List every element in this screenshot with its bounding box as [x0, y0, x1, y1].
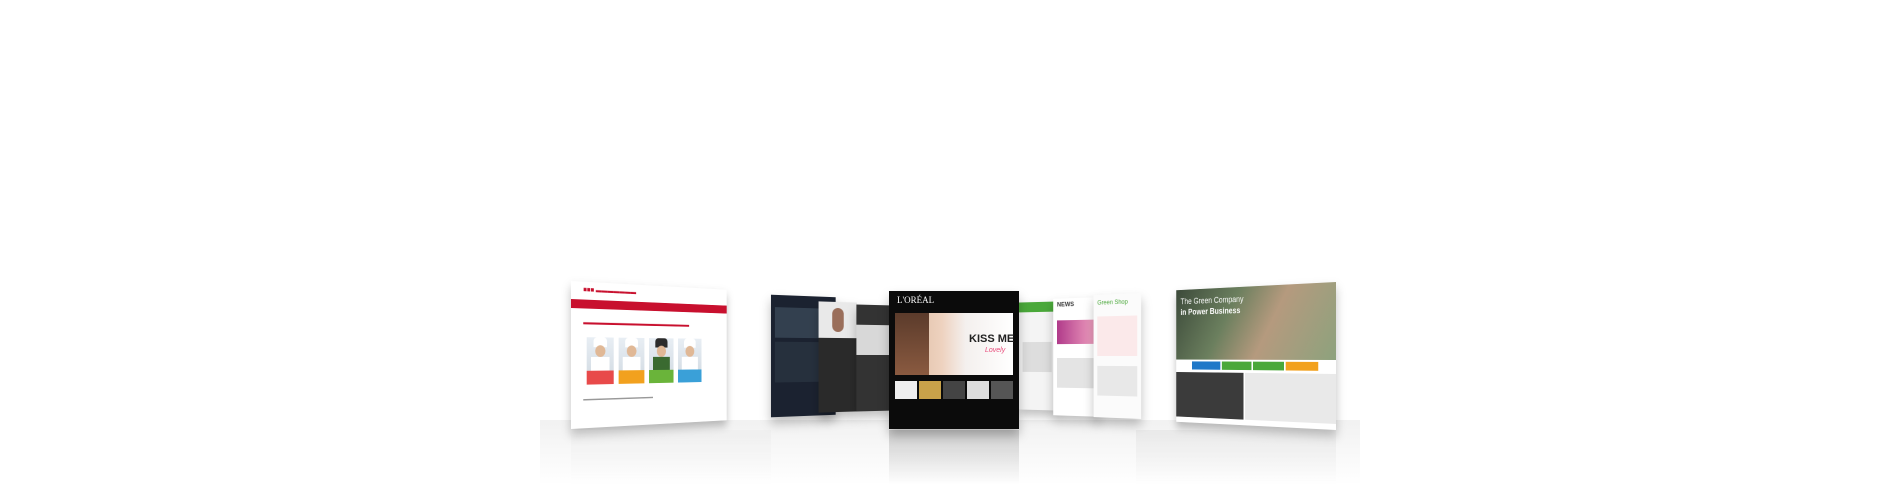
reflection-right [1136, 430, 1336, 485]
screenshot-chef-site: ■■■ ▬▬▬▬▬▬▬ ▬▬▬▬▬▬▬▬▬▬▬▬▬▬▬▬▬▬▬ ▬▬▬▬▬▬▬▬… [571, 281, 727, 429]
product-tile [919, 381, 941, 399]
screenshot-car-site [856, 305, 893, 412]
reflection-left [571, 430, 771, 485]
product-tile [943, 381, 965, 399]
product-tile [967, 381, 989, 399]
campaign-headline: KISS ME [969, 333, 1014, 345]
chef-photo [678, 338, 701, 382]
chef-photo [649, 338, 674, 383]
tab-block [1192, 361, 1220, 369]
tab-block [1286, 362, 1319, 371]
product-tile [895, 381, 917, 399]
hero-photo [1176, 282, 1336, 360]
screenshot-loreal-site: L'ORÉAL KISS ME Lovely [889, 291, 1019, 429]
chef-photo [619, 338, 645, 384]
nav-bar [571, 299, 727, 314]
model-hair [895, 313, 929, 375]
news-label: NEWS [1057, 302, 1074, 308]
banner-text: ▬▬▬▬▬▬▬▬▬▬▬▬▬▬▬▬▬▬▬ [583, 319, 715, 333]
screenshot-news-site: NEWS [1053, 297, 1099, 417]
product-tile [991, 381, 1013, 399]
footer-text: ▬▬▬▬▬▬▬▬▬▬▬▬▬▬▬▬▬ [583, 394, 653, 402]
chef-photo [587, 337, 614, 384]
reflection-center [889, 430, 1019, 485]
screenshot-green-site [1019, 301, 1058, 410]
screenshot-portrait-site [819, 301, 857, 412]
shop-label: Green Shop [1097, 300, 1128, 307]
hero-tagline-line2: in Power Business [1181, 306, 1241, 317]
campaign-script: Lovely [985, 347, 1005, 354]
site-logo: ■■■ ▬▬▬▬▬▬▬ [583, 287, 636, 296]
website-showcase: ■■■ ▬▬▬▬▬▬▬ ▬▬▬▬▬▬▬▬▬▬▬▬▬▬▬▬▬▬▬ ▬▬▬▬▬▬▬▬… [0, 0, 1902, 485]
screenshot-shop-site: Green Shop [1094, 293, 1142, 419]
tab-block [1253, 362, 1284, 371]
screenshot-green-company-site: The Green Company in Power Business [1176, 282, 1336, 430]
tab-block [1222, 362, 1252, 371]
brand-logo: L'ORÉAL [897, 295, 934, 305]
